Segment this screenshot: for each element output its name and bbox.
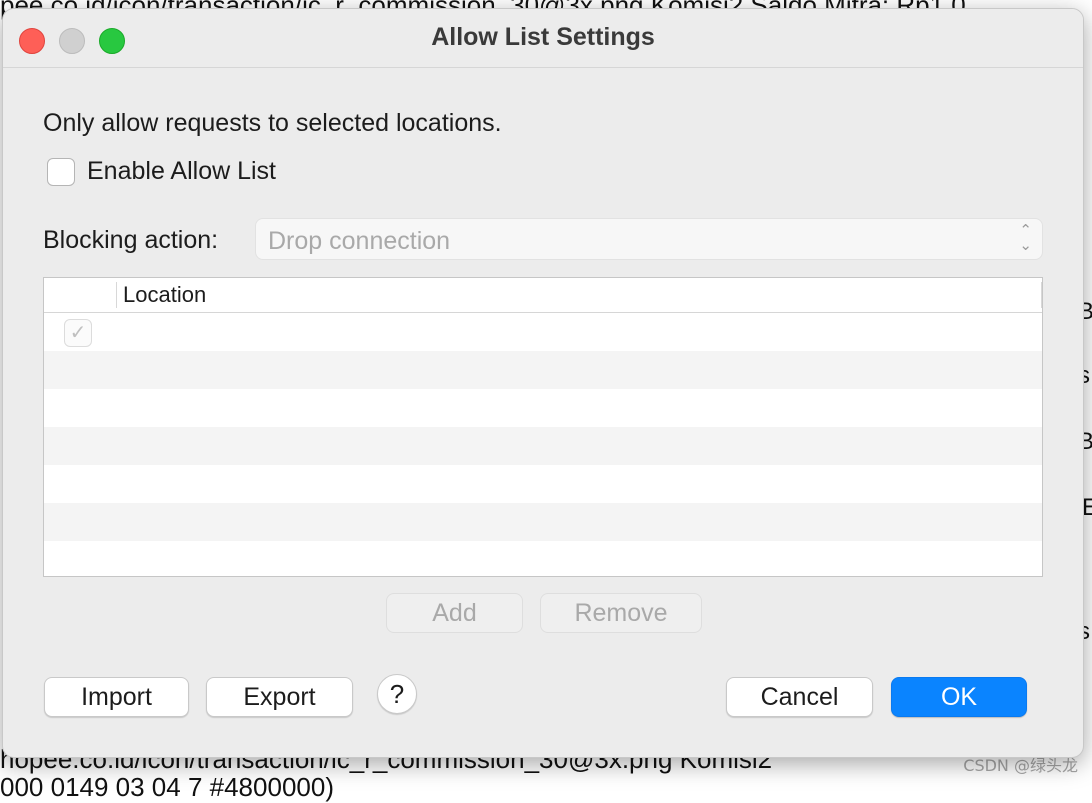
- table-row-empty: [44, 427, 1042, 465]
- export-button[interactable]: Export: [206, 677, 353, 717]
- import-button[interactable]: Import: [44, 677, 189, 717]
- table-row-empty: [44, 351, 1042, 389]
- blocking-action-value: Drop connection: [268, 227, 451, 255]
- enable-allow-list-label[interactable]: Enable Allow List: [87, 157, 276, 186]
- table-row-empty: [44, 465, 1042, 503]
- remove-button[interactable]: Remove: [540, 593, 702, 633]
- column-divider: [1041, 282, 1042, 308]
- titlebar: Allow List Settings: [3, 9, 1083, 68]
- updown-chevron-icon: ⌃ ⌄: [1019, 222, 1032, 254]
- table-row-empty: [44, 389, 1042, 427]
- add-button[interactable]: Add: [386, 593, 523, 633]
- allow-list-settings-dialog: Allow List Settings Only allow requests …: [2, 8, 1084, 758]
- table-row[interactable]: ✓: [44, 313, 1042, 351]
- ok-button[interactable]: OK: [891, 677, 1027, 717]
- table-row-empty: [44, 541, 1042, 575]
- row-enabled-checkbox[interactable]: ✓: [64, 319, 92, 347]
- table-row-empty: [44, 503, 1042, 541]
- column-header-location[interactable]: Location: [123, 282, 206, 308]
- location-table: Location ✓: [43, 277, 1043, 577]
- table-header: Location: [44, 278, 1042, 313]
- description-text: Only allow requests to selected location…: [43, 109, 502, 137]
- column-divider: [116, 282, 117, 308]
- cancel-button[interactable]: Cancel: [726, 677, 873, 717]
- background-text-bottom2: 000 0149 03 04 7 #4800000): [0, 772, 334, 802]
- blocking-action-select[interactable]: Drop connection ⌃ ⌄: [255, 218, 1043, 260]
- dialog-title: Allow List Settings: [431, 23, 655, 51]
- enable-allow-list-checkbox[interactable]: [47, 158, 75, 186]
- help-button[interactable]: ?: [377, 674, 417, 714]
- blocking-action-label: Blocking action:: [43, 226, 219, 254]
